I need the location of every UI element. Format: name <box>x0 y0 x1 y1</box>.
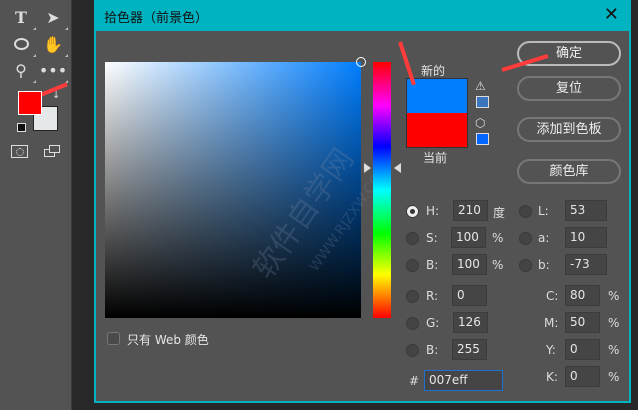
hex-label: # <box>409 374 420 388</box>
cyan-unit: % <box>608 289 620 303</box>
yellow-input[interactable]: 0 <box>565 339 600 360</box>
yellow-unit: % <box>608 343 620 357</box>
radio-green[interactable] <box>406 317 419 330</box>
hand-tool-icon[interactable]: ✋ <box>42 33 68 57</box>
dialog-titlebar[interactable]: 拾色器（前景色） <box>96 0 631 31</box>
gamut-correction-swatch[interactable] <box>476 96 489 108</box>
radio-brightness[interactable] <box>406 259 419 272</box>
green-label: G: <box>426 316 440 330</box>
add-to-swatches-button[interactable]: 添加到色板 <box>517 117 621 142</box>
black-unit: % <box>608 370 620 384</box>
dialog-title: 拾色器（前景色） <box>104 11 209 26</box>
radio-lab-a[interactable] <box>519 232 532 245</box>
hue-slider-handle-left[interactable] <box>364 163 371 173</box>
hue-label: H: <box>426 204 440 218</box>
magenta-unit: % <box>608 316 620 330</box>
black-input[interactable]: 0 <box>565 366 600 387</box>
move-arrow-tool-icon[interactable]: ➤ <box>42 6 68 30</box>
zoom-tool-icon[interactable]: ⚲ <box>10 59 36 83</box>
hue-slider-handle-right[interactable] <box>394 163 401 173</box>
blue-input[interactable]: 255 <box>452 339 487 360</box>
default-colors-icon[interactable] <box>17 123 26 132</box>
saturation-input[interactable]: 100 <box>451 227 486 248</box>
red-input[interactable]: 0 <box>452 285 487 306</box>
yellow-label: Y: <box>546 343 556 357</box>
lab-b-input[interactable]: -73 <box>565 254 607 275</box>
saturation-unit: % <box>492 231 504 245</box>
lab-b-label: b: <box>538 258 550 272</box>
lab-a-input[interactable]: 10 <box>565 227 607 248</box>
saturation-brightness-field[interactable] <box>105 57 366 318</box>
radio-red[interactable] <box>406 290 419 303</box>
green-input[interactable]: 126 <box>453 312 488 333</box>
hue-slider[interactable] <box>373 62 391 318</box>
current-color-swatch[interactable] <box>407 113 467 147</box>
quick-mask-icon[interactable] <box>11 145 28 158</box>
radio-saturation[interactable] <box>406 232 419 245</box>
color-comparison <box>406 78 468 148</box>
radio-lab-b[interactable] <box>519 259 532 272</box>
cyan-input[interactable]: 80 <box>565 285 600 306</box>
color-libraries-button[interactable]: 颜色库 <box>517 159 621 184</box>
web-safe-swatch[interactable] <box>476 133 489 145</box>
saturation-label: S: <box>426 231 438 245</box>
more-tools-icon[interactable]: ••• <box>39 59 68 83</box>
text-tool-icon[interactable]: T <box>10 6 36 30</box>
radio-blue[interactable] <box>406 344 419 357</box>
ellipse-tool-icon[interactable] <box>10 33 36 57</box>
color-cursor[interactable] <box>356 57 366 67</box>
out-of-gamut-warning-icon: ⚠ <box>475 79 486 93</box>
lab-l-input[interactable]: 53 <box>565 200 607 221</box>
lab-l-label: L: <box>538 204 549 218</box>
tools-panel: T ➤ ✋ ⚲ ••• ↓ <box>0 0 72 410</box>
color-picker-dialog: 拾色器（前景色） ✕ 软件自学网 WWW.RJZXW.COM 新的 当前 ⚠ ⬡… <box>94 0 631 403</box>
brightness-input[interactable]: 100 <box>452 254 487 275</box>
blue-label: B: <box>426 343 439 357</box>
hue-unit: 度 <box>493 206 506 220</box>
web-colors-only-label: 只有 Web 颜色 <box>127 333 209 347</box>
radio-hue[interactable] <box>406 205 419 218</box>
brightness-unit: % <box>492 258 504 272</box>
cyan-label: C: <box>546 289 559 303</box>
close-icon[interactable]: ✕ <box>604 4 619 25</box>
hex-input[interactable]: 007eff <box>424 370 503 391</box>
brightness-label: B: <box>426 258 439 272</box>
screen-mode-icon[interactable] <box>44 145 61 158</box>
lab-a-label: a: <box>538 231 550 245</box>
magenta-label: M: <box>544 316 559 330</box>
radio-lightness[interactable] <box>519 205 532 218</box>
web-colors-only-checkbox[interactable] <box>107 332 120 345</box>
new-color-label: 新的 <box>421 64 446 78</box>
red-label: R: <box>426 289 439 303</box>
magenta-input[interactable]: 50 <box>565 312 600 333</box>
web-safe-cube-icon: ⬡ <box>475 116 486 130</box>
hue-input[interactable]: 210 <box>453 200 488 221</box>
current-color-label: 当前 <box>423 151 448 165</box>
black-label: K: <box>546 370 558 384</box>
reset-button[interactable]: 复位 <box>517 76 621 101</box>
